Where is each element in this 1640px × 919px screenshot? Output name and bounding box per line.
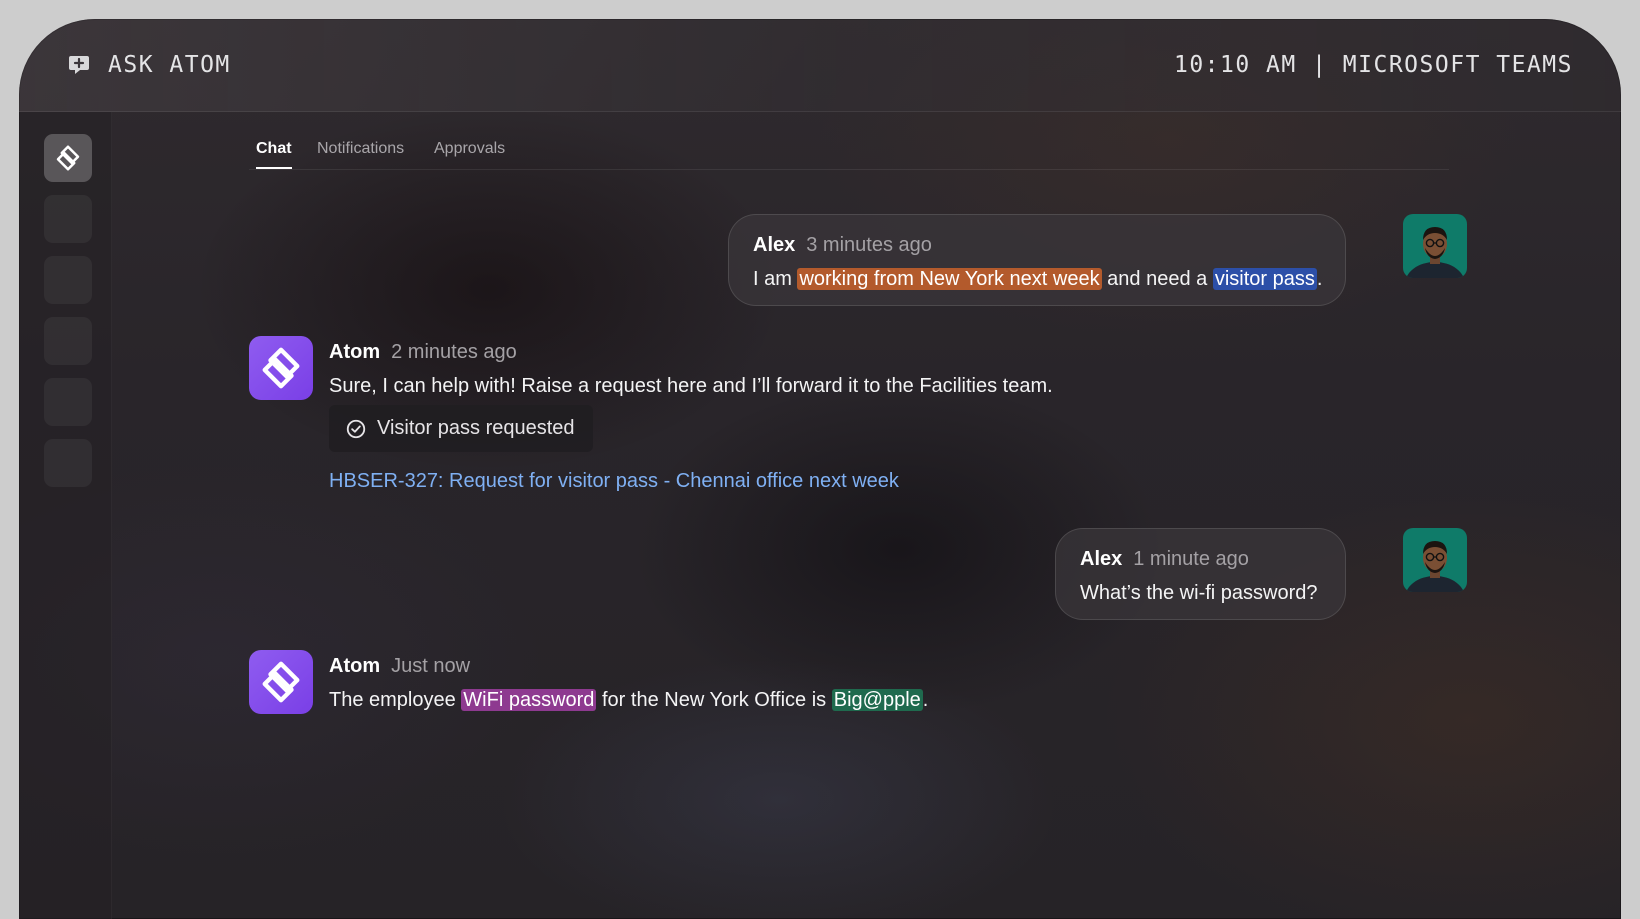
person-avatar-icon xyxy=(1403,214,1467,278)
message-time: Just now xyxy=(391,655,471,677)
avatar-alex[interactable] xyxy=(1403,214,1467,278)
text-segment: . xyxy=(922,689,929,711)
atom-logo-icon xyxy=(262,347,300,389)
status-chip-label: Visitor pass requested xyxy=(377,417,575,439)
avatar-atom[interactable] xyxy=(249,650,313,714)
app-rail xyxy=(19,112,112,919)
app-name-label: ASK ATOM xyxy=(108,52,231,78)
tab-bar: Chat Notifications Approvals xyxy=(249,123,1449,170)
rail-item-atom[interactable] xyxy=(44,134,92,182)
message-bubble-alex: Alex 1 minute ago What’s the wi-fi passw… xyxy=(1055,528,1346,620)
message-text: The employee WiFi password for the New Y… xyxy=(329,687,928,713)
message-text: I am working from New York next week and… xyxy=(753,266,1323,292)
chat-bubble-plus-icon xyxy=(69,56,89,74)
highlight-wifi-password: WiFi password xyxy=(461,689,597,711)
message-text: Sure, I can help with! Raise a request h… xyxy=(329,375,1053,397)
message-author: Alex xyxy=(1080,548,1123,570)
tab-approvals[interactable]: Approvals xyxy=(434,140,505,167)
message-bubble-alex: Alex 3 minutes ago I am working from New… xyxy=(728,214,1346,306)
text-segment: and need a xyxy=(1101,268,1213,290)
text-segment: I am xyxy=(753,268,798,290)
atom-logo-icon xyxy=(262,661,300,703)
message-atom-1: Atom 2 minutes ago Sure, I can help with… xyxy=(329,341,1053,399)
app-title: ASK ATOM xyxy=(67,52,231,78)
text-segment: . xyxy=(1316,268,1323,290)
atom-logo-icon xyxy=(56,145,80,171)
highlight-password-value: Big@pple xyxy=(831,689,923,711)
avatar-atom[interactable] xyxy=(249,336,313,400)
rail-item-5[interactable] xyxy=(44,378,92,426)
message-author: Atom xyxy=(329,655,381,677)
rail-item-6[interactable] xyxy=(44,439,92,487)
time-and-app-label: 10:10 AM | MICROSOFT TEAMS xyxy=(1173,52,1573,78)
rail-item-4[interactable] xyxy=(44,317,92,365)
rail-item-3[interactable] xyxy=(44,256,92,304)
avatar-alex[interactable] xyxy=(1403,528,1467,592)
highlight-location: working from New York next week xyxy=(797,268,1102,290)
ticket-link[interactable]: HBSER-327: Request for visitor pass - Ch… xyxy=(329,470,899,493)
message-time: 1 minute ago xyxy=(1133,548,1249,570)
check-circle-icon xyxy=(346,419,366,438)
message-atom-2: Atom Just now The employee WiFi password… xyxy=(329,655,928,713)
message-text: What’s the wi-fi password? xyxy=(1080,582,1318,604)
person-avatar-icon xyxy=(1403,528,1467,592)
rail-item-2[interactable] xyxy=(44,195,92,243)
top-bar: ASK ATOM 10:10 AM | MICROSOFT TEAMS xyxy=(19,19,1621,112)
status-chip-visitor-pass: Visitor pass requested xyxy=(329,405,593,452)
highlight-visitor-pass: visitor pass xyxy=(1212,268,1317,290)
text-segment: for the New York Office is xyxy=(596,689,832,711)
tab-chat[interactable]: Chat xyxy=(256,140,292,169)
message-author: Atom xyxy=(329,341,381,363)
text-segment: The employee xyxy=(329,689,462,711)
tab-notifications[interactable]: Notifications xyxy=(317,140,404,167)
message-time: 3 minutes ago xyxy=(806,234,932,256)
message-author: Alex xyxy=(753,234,796,256)
message-time: 2 minutes ago xyxy=(391,341,517,363)
